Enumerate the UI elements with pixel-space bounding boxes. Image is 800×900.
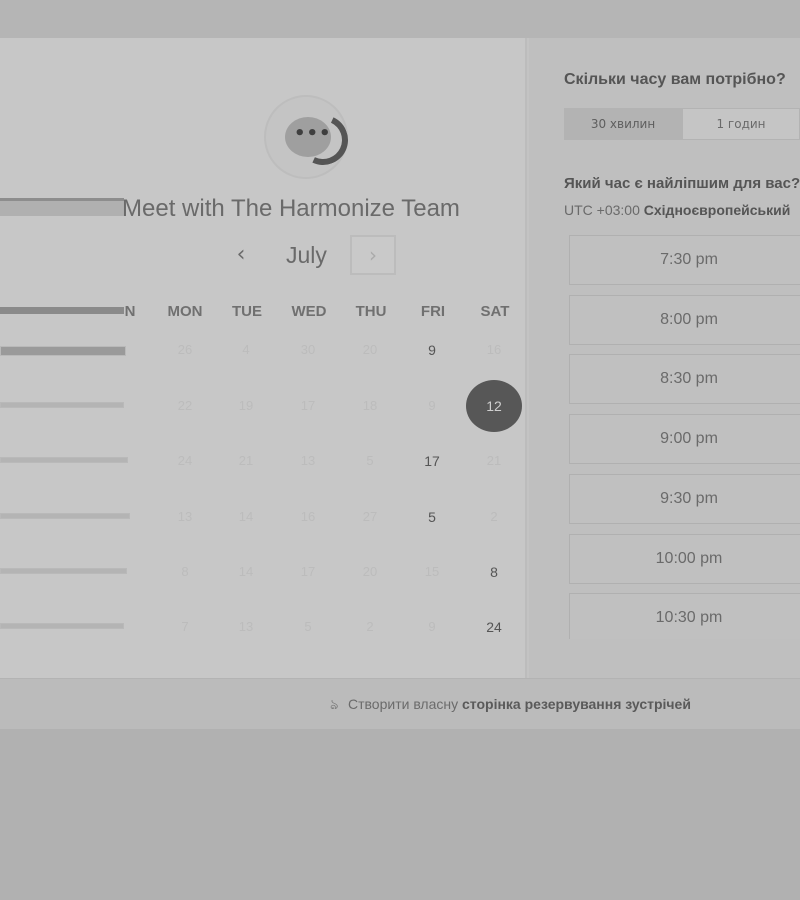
time-slot-button[interactable]: 8:30 pm [569, 354, 800, 405]
timezone-offset: UTC +03:00 [564, 202, 640, 218]
calendar-day-available[interactable]: 9 [404, 342, 460, 358]
calendar-day: 5 [304, 619, 312, 634]
month-label: July [286, 242, 327, 268]
weekday-label: N [124, 303, 136, 320]
calendar-day: 15 [424, 564, 440, 579]
weekday-label: THU [355, 303, 387, 320]
time-slot-list: 7:30 pm 8:00 pm 8:30 pm 9:00 pm 9:30 pm 10:00… [569, 235, 800, 639]
weekday-label: TUE [232, 303, 262, 320]
weekday-label: FRI [420, 303, 446, 320]
calendar-day: 21 [238, 453, 254, 468]
backdrop-top [0, 0, 800, 38]
calendar-day: 9 [428, 398, 436, 413]
weekday-label: MON [167, 303, 203, 320]
time-slot-button[interactable]: 10:30 pm [569, 593, 800, 639]
month-navigation: ‹ July › [0, 232, 525, 280]
timezone-name: Східноєвропейський [643, 202, 791, 218]
calendar-day: 21 [486, 453, 502, 468]
calendar-day: 17 [300, 564, 316, 579]
calendar-day: 30 [300, 342, 316, 357]
calendar-day: 20 [362, 564, 378, 579]
calendar-day: 26 [177, 342, 193, 357]
week-loading-bar [0, 513, 130, 519]
week-loading-bar [0, 402, 124, 408]
calendar-day: 8 [181, 564, 189, 579]
time-slot-button[interactable]: 8:00 pm [569, 294, 800, 345]
scheduling-panel: Скільки часу вам потрібно? 30 хвилин 1 г… [527, 38, 800, 678]
timezone-label[interactable]: UTC +03:00 Східноєвропейський [564, 202, 790, 218]
host-avatar: ••• [264, 95, 356, 179]
calendar-day: 18 [362, 398, 378, 413]
duration-option-30min[interactable]: 30 хвилин [564, 108, 682, 140]
calendar-day-selected[interactable]: 12 [466, 380, 522, 432]
calendar-day: 9 [428, 619, 436, 634]
page-title: Meet with The Harmonize Team [122, 195, 460, 222]
next-month-button[interactable]: › [350, 235, 396, 275]
calendar-day-available[interactable]: 8 [466, 564, 522, 580]
calendar-day: 5 [366, 453, 374, 468]
week-loading-bar [0, 623, 124, 629]
calendar-day-available[interactable]: 17 [404, 453, 460, 469]
calendar-day: 4 [242, 342, 250, 357]
calendar-day: 22 [177, 398, 193, 413]
prev-month-button[interactable]: ‹ [226, 240, 256, 270]
duration-question: Скільки часу вам потрібно? [564, 71, 786, 88]
time-slot-button[interactable]: 10:00 pm [569, 533, 800, 584]
calendar-day: 16 [486, 342, 502, 357]
week-loading-bar [0, 346, 126, 356]
calendar-day: 7 [181, 619, 189, 634]
calendar-day: 16 [300, 509, 316, 524]
duration-selector: 30 хвилин 1 годин [564, 108, 800, 140]
calendar-day: 19 [238, 398, 254, 413]
calendar-day: 13 [177, 509, 193, 524]
calendar-day: 20 [362, 342, 378, 357]
week-loading-bar [0, 457, 128, 463]
footer: ঌ Створити власну сторінка резервування з… [0, 678, 800, 729]
calendar-day: 24 [177, 453, 193, 468]
calendar-panel: ••• [0, 38, 525, 678]
calendar-day-available[interactable]: 24 [466, 619, 522, 635]
calendar-day: 13 [238, 619, 254, 634]
calendar-day: 2 [490, 509, 498, 524]
calendar-day: 14 [238, 509, 254, 524]
time-slot-button[interactable]: 7:30 pm [569, 235, 800, 285]
weekday-label: WED [291, 303, 327, 320]
calendar-day: 17 [300, 398, 316, 413]
footer-link-text: сторінка резервування зустрічей [462, 696, 691, 712]
footer-prefix: Створити власну [348, 696, 459, 712]
ellipsis-icon: ••• [294, 123, 332, 144]
calendar-day: 2 [366, 619, 374, 634]
weekday-label: SAT [480, 303, 510, 320]
footer-link[interactable]: ঌ Створити власну сторінка резервування з… [330, 693, 691, 717]
calendar-day: 14 [238, 564, 254, 579]
title-loading-bar [0, 198, 124, 216]
time-slot-button[interactable]: 9:00 pm [569, 414, 800, 465]
calendar-day: 27 [362, 509, 378, 524]
calendar-day: 13 [300, 453, 316, 468]
week-loading-bar [0, 568, 127, 574]
time-question: Який час є найліпшим для вас? [564, 175, 800, 192]
time-slot-button[interactable]: 9:30 pm [569, 473, 800, 524]
calendar-day-available[interactable]: 5 [404, 509, 460, 525]
sparkle-icon: ঌ [330, 696, 339, 712]
duration-option-1hour[interactable]: 1 годин [682, 108, 800, 140]
